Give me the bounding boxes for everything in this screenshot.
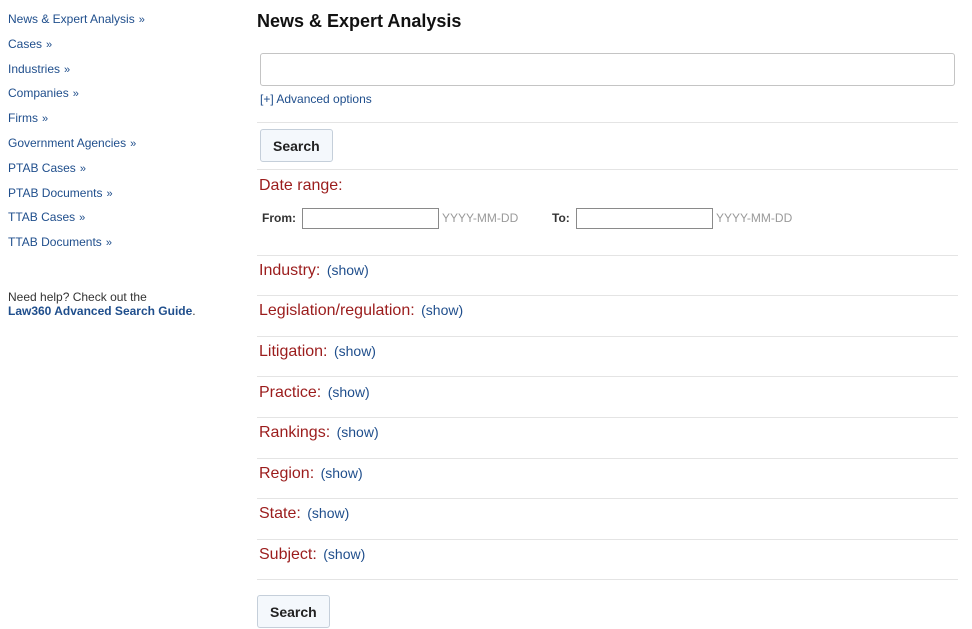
facet-industry-show-link[interactable]: (show) [327, 262, 369, 278]
divider [257, 376, 958, 377]
date-from-format-hint: YYYY-MM-DD [442, 211, 519, 225]
double-arrow-icon: » [79, 212, 86, 225]
sidebar-item-ttab-cases[interactable]: TTAB Cases» [8, 209, 238, 234]
advanced-options-toggle[interactable]: [+] Advanced options [260, 92, 372, 106]
sidebar-item-government-agencies[interactable]: Government Agencies» [8, 135, 238, 160]
facet-label: Litigation: [259, 343, 328, 360]
facet-label: Region: [259, 465, 315, 482]
sidebar-item-label: Cases [8, 36, 43, 51]
facet-industry: Industry: (show) [259, 262, 369, 280]
divider [257, 539, 958, 540]
double-arrow-icon: » [130, 137, 137, 150]
facet-state-show-link[interactable]: (show) [307, 505, 349, 521]
sidebar-item-cases[interactable]: Cases» [8, 36, 238, 61]
facet-rankings: Rankings: (show) [259, 424, 379, 442]
sidebar-item-ptab-cases[interactable]: PTAB Cases» [8, 160, 238, 185]
sidebar-item-label: PTAB Documents [8, 185, 103, 200]
double-arrow-icon: » [105, 237, 112, 250]
search-button-bottom[interactable]: Search [257, 595, 330, 628]
divider [257, 458, 958, 459]
sidebar-item-label: Industries [8, 61, 61, 76]
divider [257, 336, 958, 337]
double-arrow-icon: » [138, 14, 145, 26]
sidebar-nav: News & Expert Analysis» Cases» Industrie… [8, 11, 238, 259]
facet-subject: Subject: (show) [259, 546, 365, 564]
facet-litigation-show-link[interactable]: (show) [334, 343, 376, 359]
facet-label: Rankings: [259, 424, 331, 441]
sidebar-item-label: PTAB Cases [8, 160, 76, 175]
page-title: News & Expert Analysis [257, 11, 462, 31]
sidebar-item-industries[interactable]: Industries» [8, 61, 238, 86]
date-range-label: Date range: [259, 177, 343, 194]
double-arrow-icon: » [46, 38, 53, 51]
sidebar-item-label: TTAB Documents [8, 235, 102, 250]
double-arrow-icon: » [42, 113, 49, 126]
facet-practice-show-link[interactable]: (show) [328, 384, 370, 400]
divider [257, 579, 958, 580]
facet-legislation-show-link[interactable]: (show) [421, 302, 463, 318]
facet-litigation: Litigation: (show) [259, 343, 376, 361]
facet-legislation-regulation: Legislation/regulation: (show) [259, 302, 463, 320]
help-note: Need help? Check out the Law360 Advanced… [8, 290, 196, 318]
facet-region-show-link[interactable]: (show) [321, 465, 363, 481]
sidebar-item-firms[interactable]: Firms » [8, 110, 238, 135]
facet-subject-show-link[interactable]: (show) [323, 546, 365, 562]
sidebar-item-label: TTAB Cases [8, 210, 76, 225]
sidebar-item-label: Government Agencies [8, 135, 127, 150]
date-from-input[interactable] [302, 208, 439, 229]
divider [257, 122, 958, 123]
divider [257, 255, 958, 256]
facet-label: Subject: [259, 546, 317, 563]
double-arrow-icon: » [72, 88, 79, 101]
search-button[interactable]: Search [260, 129, 333, 162]
double-arrow-icon: » [106, 187, 113, 200]
to-label: To: [552, 211, 570, 225]
sidebar-item-ttab-documents[interactable]: TTAB Documents» [8, 234, 238, 259]
facet-region: Region: (show) [259, 465, 363, 483]
search-input[interactable] [260, 53, 955, 86]
facet-label: State: [259, 505, 301, 522]
search-guide-link[interactable]: Law360 Advanced Search Guide [8, 304, 192, 318]
facet-label: Industry: [259, 262, 321, 279]
sidebar-item-ptab-documents[interactable]: PTAB Documents» [8, 185, 238, 210]
facet-rankings-show-link[interactable]: (show) [337, 424, 379, 440]
double-arrow-icon: » [79, 162, 86, 175]
sidebar-item-news-expert-analysis[interactable]: News & Expert Analysis» [8, 11, 238, 36]
divider [257, 295, 958, 296]
date-to-format-hint: YYYY-MM-DD [716, 211, 793, 225]
double-arrow-icon: » [64, 63, 71, 76]
sidebar-item-label: Companies [8, 86, 69, 101]
facet-state: State: (show) [259, 505, 349, 523]
from-label: From: [262, 211, 296, 225]
facet-label: Legislation/regulation: [259, 302, 415, 319]
sidebar-item-label: News & Expert Analysis [8, 12, 135, 26]
divider [257, 169, 958, 170]
divider [257, 498, 958, 499]
facet-practice: Practice: (show) [259, 384, 370, 402]
divider [257, 417, 958, 418]
facet-label: Practice: [259, 384, 322, 401]
help-text: Need help? Check out the [8, 290, 147, 304]
help-period: . [192, 304, 196, 318]
sidebar-item-label: Firms [8, 111, 38, 126]
date-to-input[interactable] [576, 208, 713, 229]
search-page: News & Expert Analysis» Cases» Industrie… [0, 0, 972, 629]
sidebar-item-companies[interactable]: Companies» [8, 85, 238, 110]
